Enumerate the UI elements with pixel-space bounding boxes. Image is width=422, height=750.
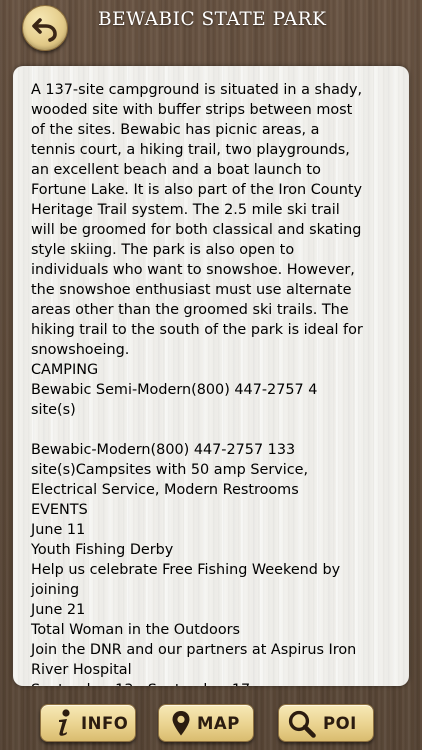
content-panel[interactable]: A 137-site campground is situated in a s… [13,66,409,686]
poi-label: POI [323,714,357,733]
search-icon [288,710,316,738]
park-description: A 137-site campground is situated in a s… [31,82,363,686]
info-button[interactable]: INFO [40,704,136,742]
back-arrow-icon [32,18,57,42]
bottom-toolbar: INFO MAP POI [0,696,422,750]
info-icon [59,709,70,736]
map-button[interactable]: MAP [158,704,254,742]
poi-button[interactable]: POI [278,704,374,742]
page-title: BEWABIC STATE PARK [98,9,327,30]
map-label: MAP [197,714,240,733]
header-bar: BEWABIC STATE PARK [0,0,422,52]
info-label: INFO [81,714,129,733]
map-pin-icon [172,711,190,736]
back-button[interactable] [22,5,68,51]
